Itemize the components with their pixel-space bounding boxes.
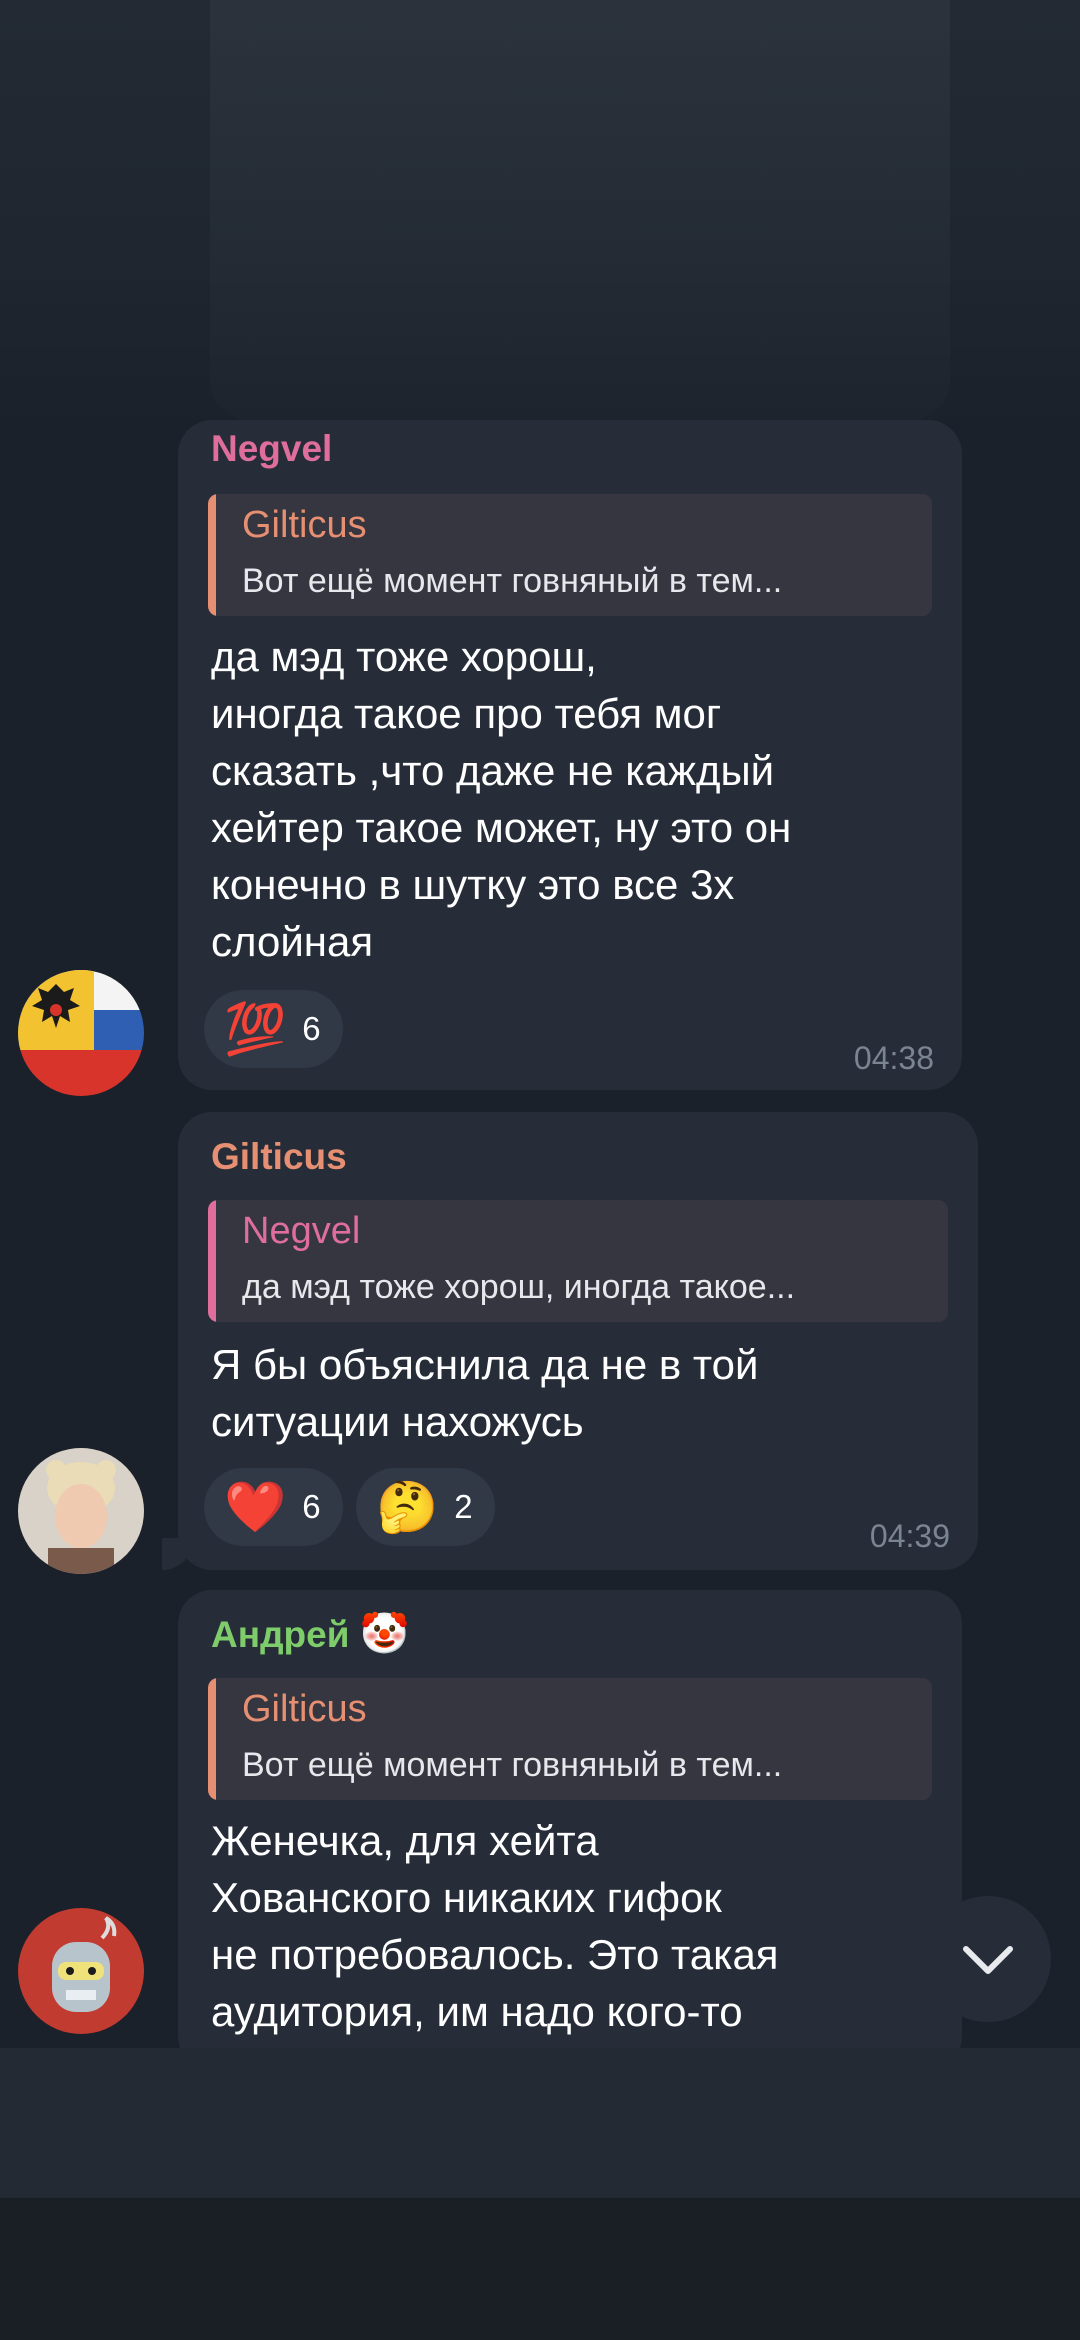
reaction-count: 6 [302, 1010, 321, 1047]
reply-sender-name: Gilticus [242, 504, 367, 546]
sender-name[interactable]: Negvel [211, 428, 332, 470]
message-time: 04:39 [869, 1518, 950, 1554]
message-text: да мэд тоже хорош, иногда такое про тебя… [211, 633, 792, 965]
message-text: Женечка, для хейта Хованского никаких ги… [211, 1817, 779, 2035]
bubble-tail [162, 1538, 194, 1570]
hundred-points-icon: 💯 [224, 1001, 287, 1057]
reply-preview[interactable]: Gilticus Вот ещё момент говняный в тем..… [208, 494, 932, 616]
reply-accent-bar [208, 1678, 216, 1800]
reply-text: Вот ещё момент говняный в тем... [242, 562, 783, 600]
avatar-gilticus[interactable] [18, 1448, 144, 1574]
message-bubble[interactable]: Gilticus Negvel да мэд тоже хорош, иногд… [162, 1112, 978, 1570]
reply-preview[interactable]: Negvel да мэд тоже хорош, иногда такое..… [208, 1200, 948, 1322]
sender-name[interactable]: Gilticus [211, 1136, 347, 1178]
chevron-down-icon [963, 1946, 1013, 1974]
scroll-down-button[interactable] [925, 1896, 1051, 2022]
composer-area [0, 2048, 1080, 2198]
message-bubble[interactable]: Negvel Gilticus Вот ещё момент говняный … [178, 420, 962, 1090]
reaction-chip[interactable]: 💯 6 [204, 990, 343, 1068]
reply-text: да мэд тоже хорош, иногда такое... [242, 1268, 796, 1306]
message-bubble[interactable]: Андрей 🤡 Gilticus Вот ещё момент говняны… [178, 1590, 962, 2070]
reply-accent-bar [208, 494, 216, 616]
reply-sender-name: Gilticus [242, 1688, 367, 1730]
reaction-count: 6 [302, 1488, 321, 1525]
heart-icon: ❤️ [224, 1479, 287, 1535]
sender-name-text: Андрей [211, 1614, 350, 1655]
reply-accent-bar [208, 1200, 216, 1322]
message-text: Я бы объяснила да не в той ситуации нахо… [211, 1341, 759, 1445]
reply-preview[interactable]: Gilticus Вот ещё момент говняный в тем..… [208, 1678, 932, 1800]
thinking-face-icon: 🤔 [376, 1479, 439, 1535]
message-time: 04:38 [853, 1040, 934, 1076]
clown-face-icon: 🤡 [359, 1612, 410, 1656]
reaction-count: 2 [454, 1488, 473, 1525]
sender-name[interactable]: Андрей 🤡 [211, 1610, 410, 1657]
avatar-andrey[interactable] [18, 1908, 144, 2034]
message-list[interactable]: Negvel Gilticus Вот ещё момент говняный … [0, 0, 1080, 2070]
reaction-chip[interactable]: ❤️ 6 [204, 1468, 343, 1546]
reply-text: Вот ещё момент говняный в тем... [242, 1746, 783, 1784]
reply-sender-name: Negvel [242, 1210, 361, 1252]
reaction-chip[interactable]: 🤔 2 [356, 1468, 495, 1546]
avatar-negvel[interactable] [18, 970, 144, 1096]
navigation-bar [0, 2198, 1080, 2340]
